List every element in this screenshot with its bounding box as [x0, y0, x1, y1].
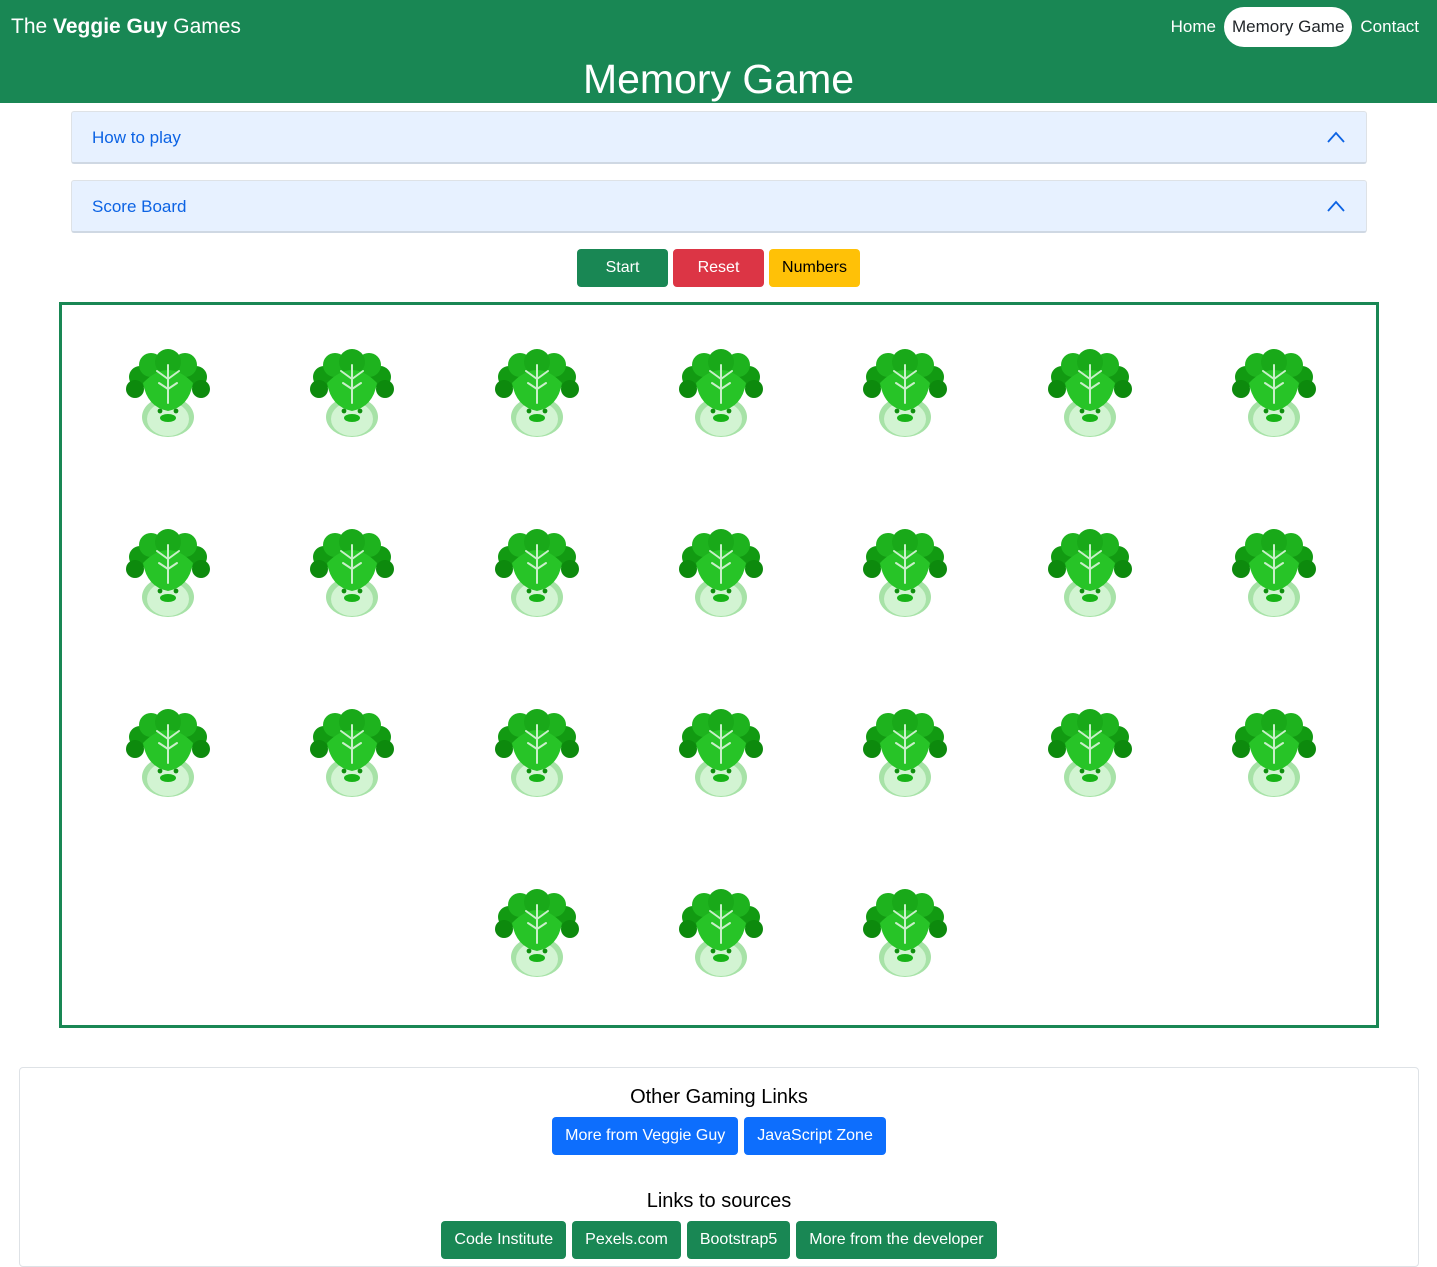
start-button[interactable]: Start [577, 249, 668, 287]
numbers-button[interactable]: Numbers [769, 249, 860, 287]
memory-card[interactable] [492, 889, 582, 979]
nav-link-memory-game[interactable]: Memory Game [1223, 7, 1353, 47]
memory-card[interactable] [307, 529, 397, 619]
bok-choy-icon [1048, 709, 1132, 797]
bok-choy-icon [679, 709, 763, 797]
bok-choy-icon [1232, 529, 1316, 617]
gaming-links-heading: Other Gaming Links [630, 1086, 808, 1108]
memory-card[interactable] [307, 349, 397, 439]
nav-link-home[interactable]: Home [1163, 7, 1224, 47]
bok-choy-icon [863, 889, 947, 977]
memory-card[interactable] [860, 529, 950, 619]
bok-choy-icon [495, 529, 579, 617]
memory-card[interactable] [492, 529, 582, 619]
memory-card[interactable] [1229, 709, 1319, 799]
brand-prefix: The [11, 15, 48, 38]
accordion-score-board[interactable]: Score Board [71, 180, 1367, 233]
memory-card[interactable] [1045, 709, 1135, 799]
memory-card[interactable] [676, 349, 766, 439]
memory-card[interactable] [860, 349, 950, 439]
bok-choy-icon [1048, 349, 1132, 437]
page-title: Memory Game [582, 56, 855, 102]
memory-card[interactable] [676, 889, 766, 979]
bok-choy-icon [126, 709, 210, 797]
bok-choy-icon [495, 349, 579, 437]
sources-links-heading: Links to sources [646, 1190, 792, 1212]
game-controls: Start Reset Numbers [0, 249, 1437, 287]
bok-choy-icon [126, 349, 210, 437]
memory-card[interactable] [676, 709, 766, 799]
bok-choy-icon [863, 709, 947, 797]
sources-links-row: Code Institute Pexels.com Bootstrap5 Mor… [20, 1221, 1418, 1259]
memory-card[interactable] [1045, 349, 1135, 439]
bok-choy-icon [310, 529, 394, 617]
memory-card[interactable] [860, 889, 950, 979]
bok-choy-icon [310, 709, 394, 797]
bok-choy-icon [310, 349, 394, 437]
brand-name: Veggie Guy [53, 15, 168, 38]
accordion-score-board-label: Score Board [92, 197, 187, 216]
bok-choy-icon [495, 889, 579, 977]
bok-choy-icon [495, 709, 579, 797]
link-more-from-veggie-guy[interactable]: More from Veggie Guy [552, 1117, 739, 1155]
accordion-how-to-play-label: How to play [92, 128, 181, 147]
memory-card[interactable] [1229, 349, 1319, 439]
gaming-links-row: More from Veggie Guy JavaScript Zone [20, 1117, 1418, 1155]
memory-card[interactable] [123, 529, 213, 619]
memory-card[interactable] [307, 709, 397, 799]
bok-choy-icon [1048, 529, 1132, 617]
memory-card[interactable] [676, 529, 766, 619]
bok-choy-icon [1232, 349, 1316, 437]
bok-choy-icon [863, 529, 947, 617]
memory-card[interactable] [123, 709, 213, 799]
link-javascript-zone[interactable]: JavaScript Zone [744, 1117, 886, 1155]
brand-suffix: Games [173, 15, 241, 38]
chevron-up-icon [1327, 200, 1345, 212]
link-pexels[interactable]: Pexels.com [572, 1221, 681, 1259]
accordion-how-to-play[interactable]: How to play [71, 111, 1367, 164]
link-more-from-developer[interactable]: More from the developer [796, 1221, 997, 1259]
bok-choy-icon [679, 349, 763, 437]
reset-button[interactable]: Reset [673, 249, 764, 287]
main-nav: Home Memory Game Contact [1163, 7, 1427, 47]
bok-choy-icon [126, 529, 210, 617]
bok-choy-icon [1232, 709, 1316, 797]
memory-card[interactable] [492, 709, 582, 799]
memory-card[interactable] [1229, 529, 1319, 619]
memory-card[interactable] [123, 349, 213, 439]
link-bootstrap5[interactable]: Bootstrap5 [686, 1221, 791, 1259]
chevron-up-icon [1327, 131, 1345, 143]
memory-card[interactable] [1045, 529, 1135, 619]
game-board [59, 302, 1379, 1028]
top-navbar: The Veggie Guy Games Home Memory Game Co… [0, 0, 1437, 103]
footer-links-panel: Other Gaming Links More from Veggie Guy … [19, 1067, 1419, 1267]
bok-choy-icon [679, 889, 763, 977]
memory-card[interactable] [860, 709, 950, 799]
bok-choy-icon [679, 529, 763, 617]
nav-link-contact[interactable]: Contact [1352, 7, 1427, 47]
brand-logo[interactable]: The Veggie Guy Games [11, 14, 241, 40]
bok-choy-icon [863, 349, 947, 437]
memory-card[interactable] [492, 349, 582, 439]
link-code-institute[interactable]: Code Institute [441, 1221, 567, 1259]
